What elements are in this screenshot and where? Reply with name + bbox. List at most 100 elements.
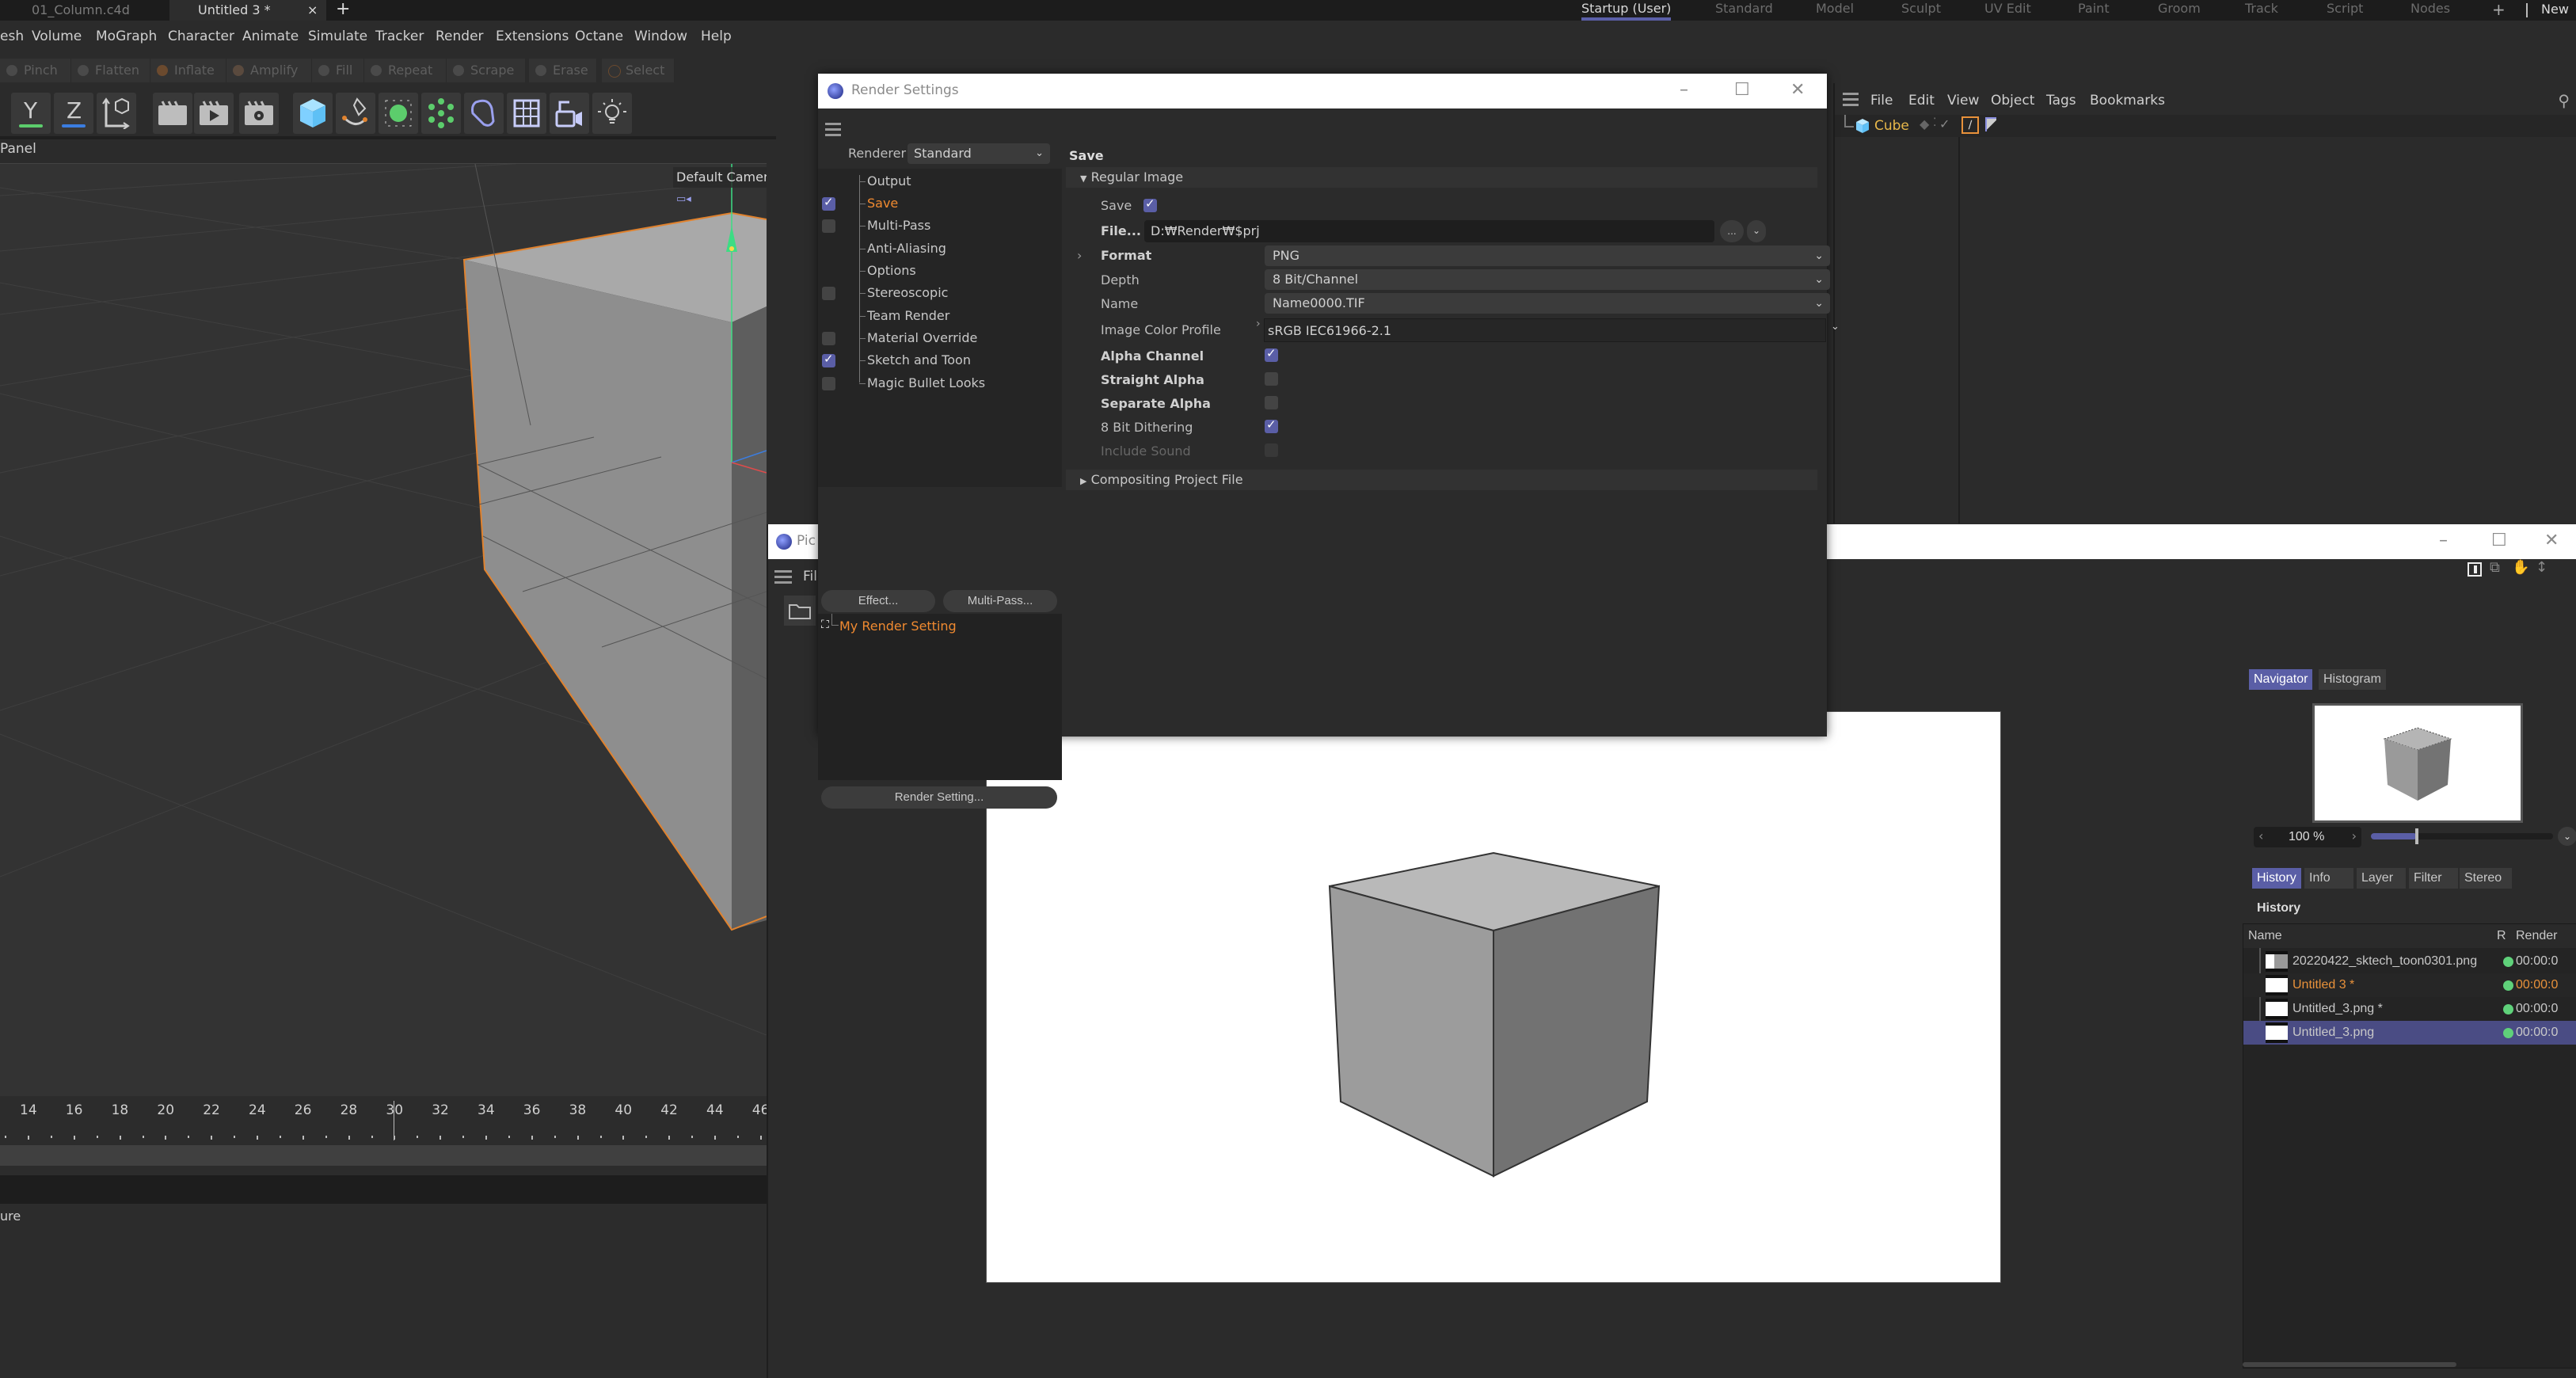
- render-view-button[interactable]: [153, 93, 192, 134]
- horizontal-scrollbar[interactable]: [2243, 1362, 2456, 1367]
- close-icon[interactable]: ×: [307, 0, 318, 21]
- page-team-render[interactable]: Team Render: [858, 308, 949, 323]
- render-settings-titlebar[interactable]: Render Settings – ☐ ✕: [818, 74, 1827, 108]
- layout-tab-uv-edit[interactable]: UV Edit: [1984, 0, 2031, 21]
- sculpt-flatten-button[interactable]: Flatten: [71, 59, 150, 82]
- page-save[interactable]: Save: [858, 196, 898, 211]
- page-save-checkbox[interactable]: [822, 195, 835, 211]
- page-multipass-checkbox[interactable]: [822, 219, 835, 233]
- menu-volume[interactable]: Volume: [32, 29, 82, 44]
- focus-frame-icon[interactable]: ⛶: [821, 619, 829, 631]
- tab-layer[interactable]: Layer: [2357, 868, 2406, 889]
- camera-button[interactable]: [550, 93, 589, 134]
- sculpt-fill-button[interactable]: Fill: [312, 59, 364, 82]
- move-updown-icon[interactable]: ↕: [2536, 559, 2547, 576]
- tab-info[interactable]: Info: [2304, 868, 2353, 889]
- history-row-selected[interactable]: Untitled_3.png 00:00:0: [2243, 1021, 2576, 1045]
- layout-tab-groom[interactable]: Groom: [2158, 0, 2201, 21]
- render-to-picture-viewer-button[interactable]: [194, 93, 234, 134]
- rendered-image[interactable]: [986, 711, 2001, 1283]
- page-stereoscopic[interactable]: Stereoscopic: [858, 285, 948, 300]
- menu-octane[interactable]: Octane: [575, 29, 623, 44]
- regular-image-group[interactable]: ▼ Regular Image: [1066, 167, 1817, 188]
- enabled-check-icon[interactable]: ✓: [1939, 116, 1950, 131]
- navigator-thumbnail[interactable]: [2312, 703, 2523, 823]
- page-material-override-checkbox[interactable]: [822, 332, 835, 345]
- compare-mode-icon[interactable]: [2468, 562, 2482, 577]
- om-menu-bookmarks[interactable]: Bookmarks: [2090, 93, 2165, 108]
- search-icon[interactable]: ⚲: [2558, 91, 2570, 110]
- color-profile-field[interactable]: sRGB IEC61966-2.1: [1264, 318, 1826, 342]
- object-row-cube[interactable]: Cube ◆ ⁚ ✓ ∕: [1835, 115, 2576, 137]
- field-button[interactable]: [507, 93, 546, 134]
- minimize-button[interactable]: –: [1680, 80, 1688, 100]
- cloner-button[interactable]: [421, 93, 461, 134]
- tab-stereo[interactable]: Stereo: [2460, 868, 2512, 889]
- page-multi-pass[interactable]: Multi-Pass: [858, 218, 930, 233]
- zoom-decrease-icon[interactable]: ‹: [2258, 828, 2263, 843]
- menu-simulate[interactable]: Simulate: [308, 29, 367, 44]
- hand-pan-icon[interactable]: ✋: [2512, 559, 2529, 576]
- subdivision-button[interactable]: [379, 93, 418, 134]
- doc-tab-01-column[interactable]: 01_Column.c4d: [32, 0, 166, 21]
- menu-render[interactable]: Render: [436, 29, 484, 44]
- light-button[interactable]: [592, 93, 632, 134]
- save-checkbox[interactable]: [1143, 196, 1157, 212]
- column-name[interactable]: Name: [2248, 924, 2282, 948]
- tab-histogram[interactable]: Histogram: [2319, 669, 2386, 690]
- tab-navigator[interactable]: Navigator: [2249, 669, 2313, 690]
- layout-tab-startup[interactable]: Startup (User): [1581, 0, 1672, 21]
- chevron-down-icon[interactable]: ⌄: [2558, 827, 2576, 846]
- render-settings-button[interactable]: [239, 93, 279, 134]
- layout-tab-nodes[interactable]: Nodes: [2410, 0, 2450, 21]
- y-axis-button[interactable]: Y: [11, 93, 51, 134]
- sculpt-pinch-button[interactable]: Pinch: [0, 59, 71, 82]
- maximize-button[interactable]: ☐: [2491, 531, 2507, 550]
- layout-tab-track[interactable]: Track: [2245, 0, 2278, 21]
- timeline[interactable]: 1416182022242628303234363840424446 ure: [0, 1096, 769, 1378]
- hamburger-menu-icon[interactable]: [1843, 93, 1859, 107]
- close-button[interactable]: ✕: [1790, 80, 1805, 100]
- column-splitter[interactable]: [1958, 137, 1960, 523]
- camera-label[interactable]: Default Camera ▭◂: [673, 167, 767, 205]
- compositing-project-group[interactable]: ▶ Compositing Project File: [1066, 470, 1817, 490]
- sculpt-amplify-button[interactable]: Amplify: [226, 59, 312, 82]
- page-material-override[interactable]: Material Override: [858, 330, 977, 345]
- separate-alpha-checkbox[interactable]: [1265, 396, 1278, 409]
- file-path-input[interactable]: D:₩Render₩$prj: [1144, 220, 1714, 242]
- file-label[interactable]: File...: [1101, 223, 1141, 238]
- tab-history[interactable]: History: [2252, 868, 2301, 889]
- page-sketch-toon-checkbox[interactable]: [822, 352, 835, 367]
- menu-animate[interactable]: Animate: [242, 29, 299, 44]
- layout-tab-paint[interactable]: Paint: [2078, 0, 2110, 21]
- format-dropdown[interactable]: PNG ⌄: [1265, 246, 1830, 266]
- zoom-increase-icon[interactable]: ›: [2352, 828, 2357, 843]
- zoom-slider[interactable]: [2371, 828, 2553, 844]
- page-magic-bullet-checkbox[interactable]: [822, 377, 835, 390]
- page-magic-bullet-looks[interactable]: Magic Bullet Looks: [858, 375, 985, 390]
- sketch-style-tag-icon[interactable]: ∕: [1961, 116, 1979, 134]
- menu-mograph[interactable]: MoGraph: [96, 29, 157, 44]
- depth-dropdown[interactable]: 8 Bit/Channel ⌄: [1265, 269, 1830, 290]
- effect-button[interactable]: Effect...: [821, 590, 935, 612]
- render-setting-item[interactable]: My Render Setting: [839, 619, 957, 634]
- page-options[interactable]: Options: [859, 263, 916, 278]
- tab-filter[interactable]: Filter: [2409, 868, 2458, 889]
- multi-pass-button[interactable]: Multi-Pass...: [943, 590, 1057, 612]
- sketch-render-tag-icon[interactable]: [1985, 117, 1996, 131]
- renderer-dropdown[interactable]: Standard ⌄: [907, 143, 1050, 164]
- page-anti-aliasing[interactable]: Anti-Aliasing: [859, 241, 946, 256]
- straight-alpha-checkbox[interactable]: [1265, 372, 1278, 386]
- om-menu-tags[interactable]: Tags: [2046, 93, 2076, 108]
- layer-icon[interactable]: ◆: [1920, 116, 1929, 131]
- timeline-range-bar[interactable]: [0, 1145, 767, 1166]
- external-window-icon[interactable]: ⧉: [2490, 559, 2500, 576]
- dithering-checkbox[interactable]: [1265, 417, 1278, 433]
- column-r[interactable]: R: [2497, 924, 2506, 948]
- sculpt-repeat-button[interactable]: Repeat: [364, 59, 447, 82]
- z-axis-button[interactable]: Z: [54, 93, 93, 134]
- sculpt-erase-button[interactable]: Erase: [529, 59, 597, 82]
- alpha-channel-checkbox[interactable]: [1265, 346, 1278, 362]
- menu-tracker[interactable]: Tracker: [375, 29, 424, 44]
- chevron-right-icon[interactable]: ›: [1077, 248, 1082, 263]
